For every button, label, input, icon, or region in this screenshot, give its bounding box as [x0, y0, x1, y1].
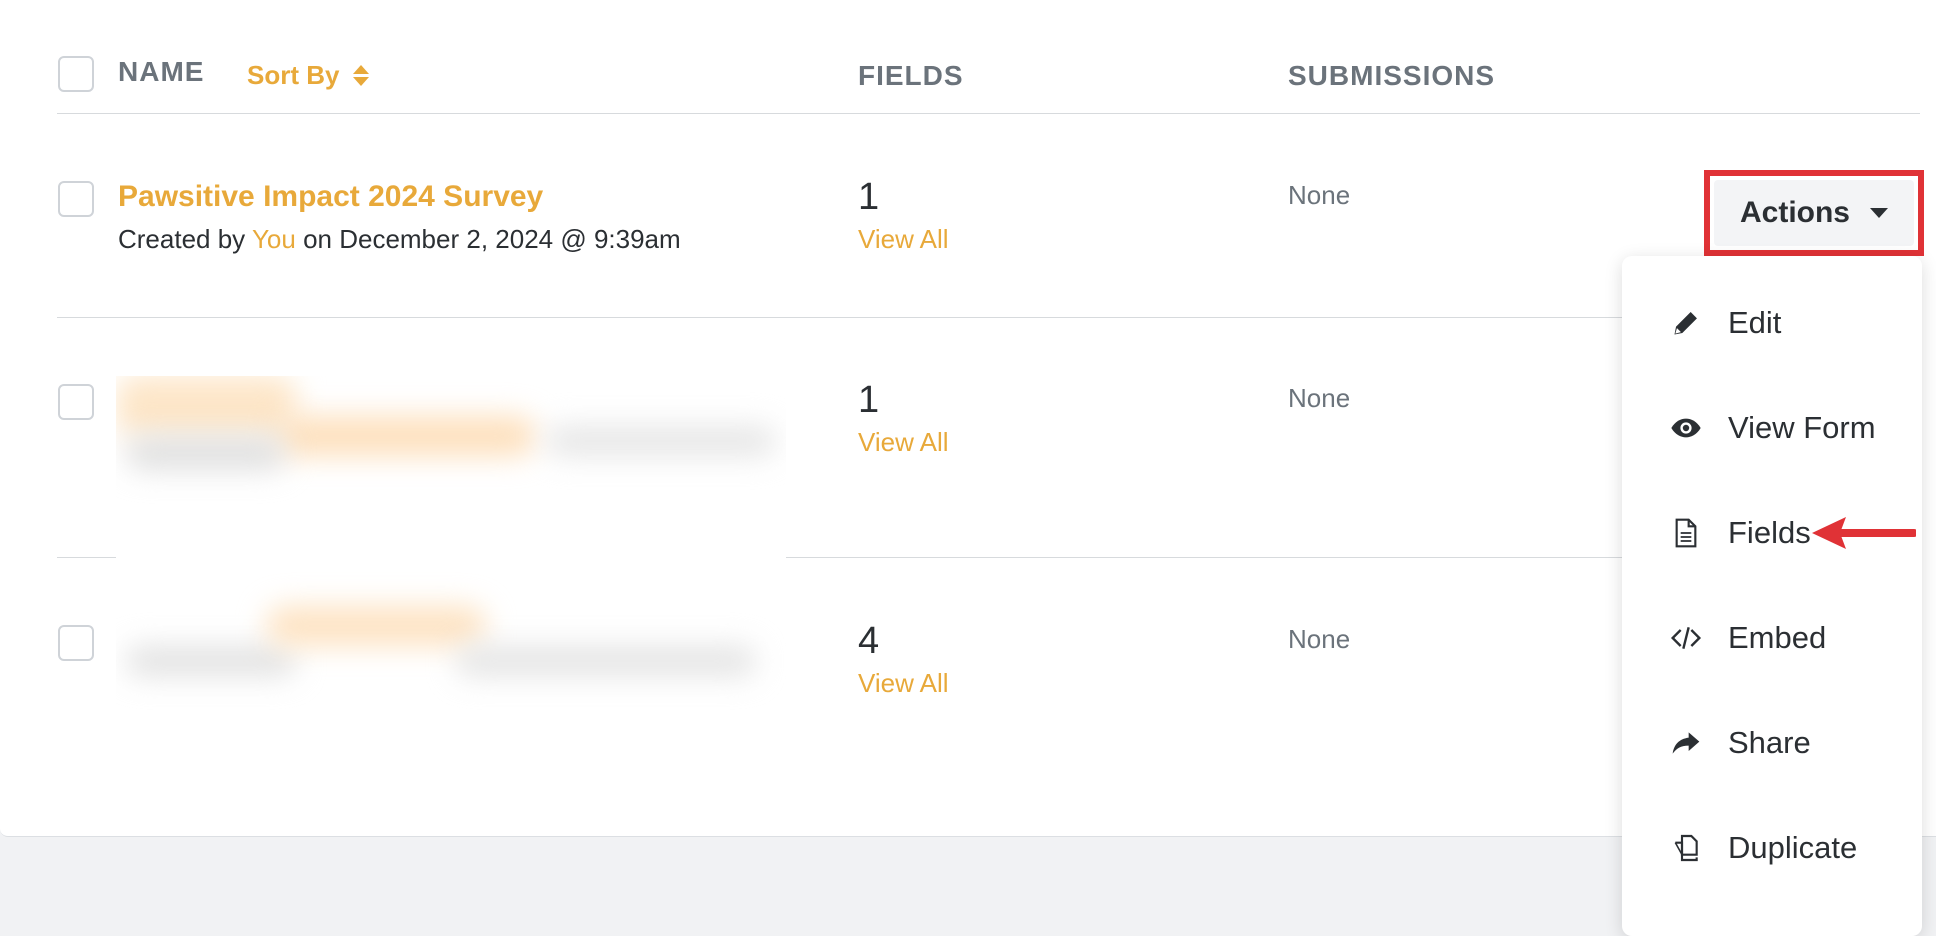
row-checkbox[interactable]	[58, 181, 94, 217]
field-count: 1	[858, 176, 880, 218]
form-title-link[interactable]: Pawsitive Impact 2024 Survey	[118, 180, 543, 214]
select-all-checkbox[interactable]	[58, 56, 94, 92]
menu-item-duplicate[interactable]: Duplicate	[1670, 823, 1857, 873]
submissions-value: None	[1288, 624, 1351, 654]
actions-dropdown-button[interactable]: Actions	[1714, 180, 1914, 246]
view-all-fields-link[interactable]: View All	[858, 668, 949, 699]
pencil-icon	[1674, 312, 1697, 335]
fields-column-header: FIELDS	[858, 60, 964, 91]
field-count: 4	[858, 620, 880, 662]
menu-item-fields[interactable]: Fields	[1670, 508, 1811, 558]
menu-item-label: Duplicate	[1728, 830, 1858, 865]
sort-by-label: Sort By	[247, 60, 340, 90]
submissions-value: None	[1288, 180, 1351, 210]
code-icon	[1670, 627, 1702, 649]
menu-item-label: Fields	[1728, 515, 1811, 550]
submissions-value: None	[1288, 383, 1351, 413]
row-checkbox[interactable]	[58, 384, 94, 420]
document-icon	[1675, 518, 1697, 548]
menu-item-label: Embed	[1728, 620, 1827, 655]
sort-by-button[interactable]: Sort By	[247, 60, 370, 91]
eye-icon	[1671, 418, 1701, 438]
created-date: on December 2, 2024 @ 9:39am	[303, 224, 681, 254]
form-created-info: Created by You on December 2, 2024 @ 9:3…	[118, 224, 681, 255]
created-prefix: Created by	[118, 224, 246, 254]
share-icon	[1672, 732, 1700, 754]
actions-menu: Edit View Form Fields Embed Share Duplic…	[1622, 256, 1922, 936]
menu-item-label: Share	[1728, 725, 1811, 760]
view-all-fields-link[interactable]: View All	[858, 427, 949, 458]
view-all-fields-link[interactable]: View All	[858, 224, 949, 255]
header-divider	[57, 113, 1920, 114]
actions-label: Actions	[1739, 196, 1850, 229]
menu-item-share[interactable]: Share	[1670, 718, 1811, 768]
sort-icon	[353, 65, 370, 86]
menu-item-edit[interactable]: Edit	[1670, 298, 1781, 348]
row-checkbox[interactable]	[58, 625, 94, 661]
annotation-arrow-icon	[1812, 517, 1916, 549]
menu-item-embed[interactable]: Embed	[1670, 613, 1826, 663]
caret-down-icon	[1870, 208, 1888, 218]
menu-item-view-form[interactable]: View Form	[1670, 403, 1876, 453]
redacted-form-names	[116, 376, 786, 728]
menu-item-label: View Form	[1728, 410, 1876, 445]
menu-item-label: Edit	[1728, 305, 1782, 340]
creator-link[interactable]: You	[252, 224, 296, 254]
field-count: 1	[858, 379, 880, 421]
duplicate-icon	[1674, 834, 1698, 862]
name-column-header: NAME	[118, 56, 205, 87]
submissions-column-header: SUBMISSIONS	[1288, 60, 1496, 91]
